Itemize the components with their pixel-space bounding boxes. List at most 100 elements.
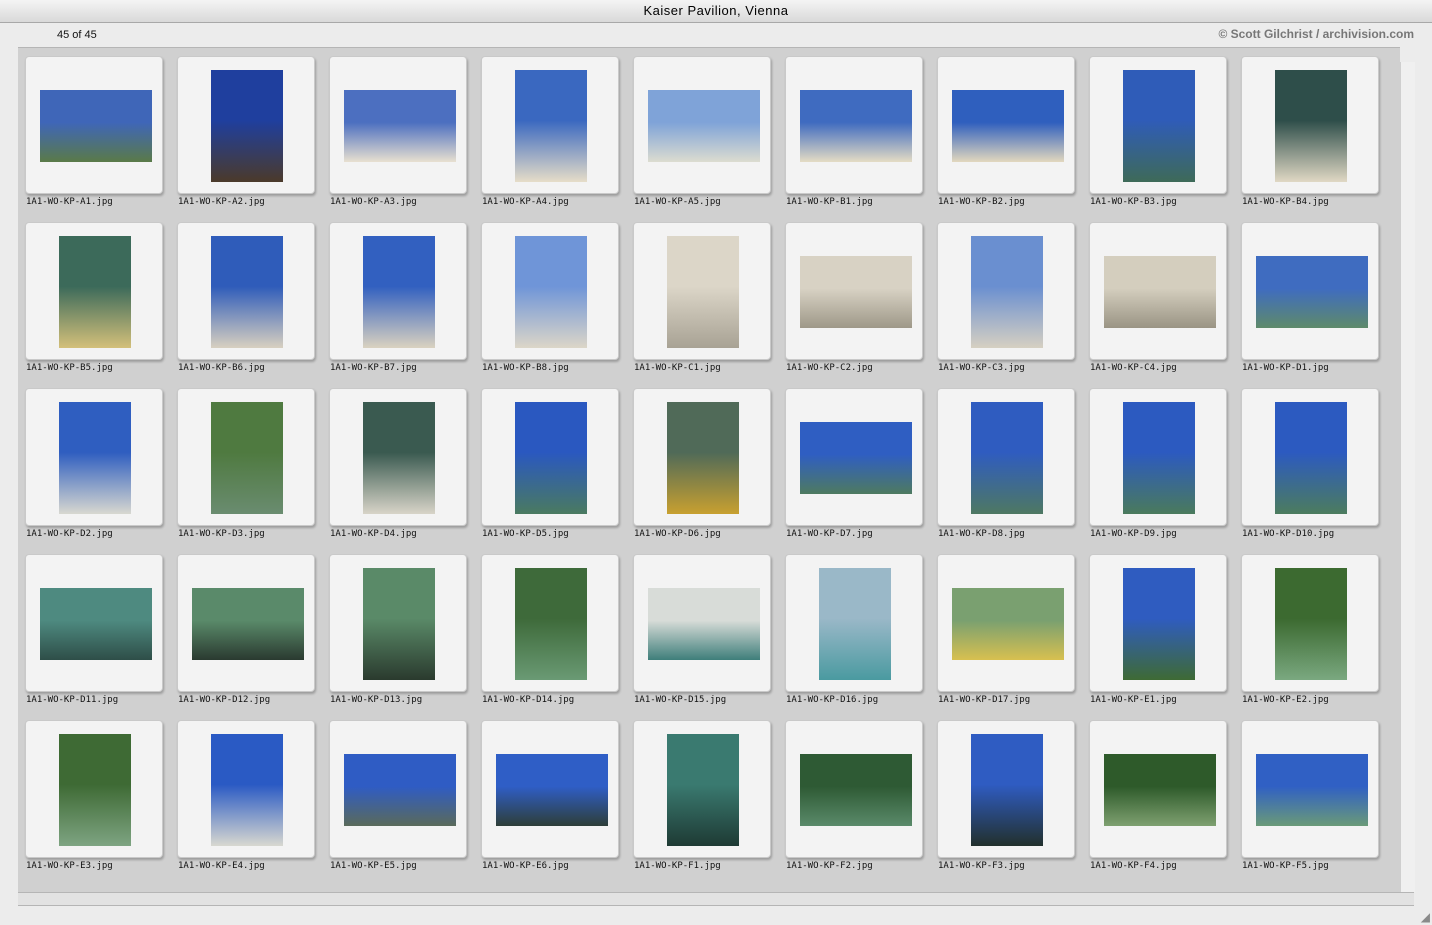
thumbnail-item[interactable]: 1A1-WO-KP-D6.jpg (626, 381, 778, 547)
thumbnail-item[interactable]: 1A1-WO-KP-E6.jpg (474, 713, 626, 879)
thumbnail-filename: 1A1-WO-KP-A5.jpg (634, 197, 721, 207)
thumbnail-item[interactable]: 1A1-WO-KP-B4.jpg (1234, 49, 1386, 215)
thumbnail-image[interactable] (40, 588, 152, 660)
thumbnail-item[interactable]: 1A1-WO-KP-E5.jpg (322, 713, 474, 879)
thumbnail-image[interactable] (1256, 256, 1368, 328)
thumbnail-image[interactable] (952, 90, 1064, 162)
thumbnail-item[interactable]: 1A1-WO-KP-C4.jpg (1082, 215, 1234, 381)
thumbnail-item[interactable]: 1A1-WO-KP-B8.jpg (474, 215, 626, 381)
thumbnail-item[interactable]: 1A1-WO-KP-A4.jpg (474, 49, 626, 215)
thumbnail-image[interactable] (363, 236, 435, 348)
thumbnail-image[interactable] (1275, 70, 1347, 182)
thumbnail-image[interactable] (515, 402, 587, 514)
thumbnail-image[interactable] (515, 236, 587, 348)
thumbnail-item[interactable]: 1A1-WO-KP-E2.jpg (1234, 547, 1386, 713)
thumbnail-item[interactable]: 1A1-WO-KP-D11.jpg (18, 547, 170, 713)
thumbnail-item[interactable]: 1A1-WO-KP-D9.jpg (1082, 381, 1234, 547)
thumbnail-image[interactable] (363, 568, 435, 680)
window-title-bar[interactable]: Kaiser Pavilion, Vienna (0, 0, 1432, 23)
thumbnail-image[interactable] (515, 568, 587, 680)
thumbnail-image[interactable] (971, 402, 1043, 514)
thumbnail-image[interactable] (1104, 256, 1216, 328)
thumbnail-image[interactable] (648, 90, 760, 162)
thumbnail-item[interactable]: 1A1-WO-KP-E1.jpg (1082, 547, 1234, 713)
thumbnail-image[interactable] (648, 588, 760, 660)
vertical-scrollbar[interactable] (1400, 62, 1415, 892)
thumbnail-item[interactable]: 1A1-WO-KP-D7.jpg (778, 381, 930, 547)
thumbnail-image[interactable] (192, 588, 304, 660)
thumbnail-item[interactable]: 1A1-WO-KP-C3.jpg (930, 215, 1082, 381)
thumbnail-item[interactable]: 1A1-WO-KP-D4.jpg (322, 381, 474, 547)
thumbnail-image[interactable] (667, 236, 739, 348)
thumbnail-item[interactable]: 1A1-WO-KP-E3.jpg (18, 713, 170, 879)
thumbnail-image[interactable] (1275, 568, 1347, 680)
thumbnail-image[interactable] (800, 256, 912, 328)
thumbnail-item[interactable]: 1A1-WO-KP-B6.jpg (170, 215, 322, 381)
thumbnail-item[interactable]: 1A1-WO-KP-D1.jpg (1234, 215, 1386, 381)
thumbnail-image[interactable] (800, 754, 912, 826)
thumbnail-item[interactable]: 1A1-WO-KP-A2.jpg (170, 49, 322, 215)
thumbnail-image[interactable] (800, 90, 912, 162)
thumbnail-image[interactable] (344, 754, 456, 826)
thumbnail-item[interactable]: 1A1-WO-KP-E4.jpg (170, 713, 322, 879)
thumbnail-item[interactable]: 1A1-WO-KP-F5.jpg (1234, 713, 1386, 879)
horizontal-scrollbar[interactable] (18, 892, 1414, 906)
thumbnail-image[interactable] (211, 70, 283, 182)
thumbnail-image[interactable] (971, 734, 1043, 846)
thumbnail-image[interactable] (1275, 402, 1347, 514)
thumbnail-item[interactable]: 1A1-WO-KP-D14.jpg (474, 547, 626, 713)
thumbnail-item[interactable]: 1A1-WO-KP-D13.jpg (322, 547, 474, 713)
thumbnail-image[interactable] (59, 402, 131, 514)
thumbnail-item[interactable]: 1A1-WO-KP-F4.jpg (1082, 713, 1234, 879)
thumbnail-item[interactable]: 1A1-WO-KP-C1.jpg (626, 215, 778, 381)
thumbnail-item[interactable]: 1A1-WO-KP-D2.jpg (18, 381, 170, 547)
thumbnail-image[interactable] (952, 588, 1064, 660)
thumbnail-item[interactable]: 1A1-WO-KP-D16.jpg (778, 547, 930, 713)
thumbnail-item[interactable]: 1A1-WO-KP-D10.jpg (1234, 381, 1386, 547)
thumbnail-item[interactable]: 1A1-WO-KP-B2.jpg (930, 49, 1082, 215)
thumbnail-image[interactable] (344, 90, 456, 162)
thumbnail-item[interactable]: 1A1-WO-KP-D12.jpg (170, 547, 322, 713)
thumbnail-item[interactable]: 1A1-WO-KP-B1.jpg (778, 49, 930, 215)
thumbnail-image[interactable] (496, 754, 608, 826)
thumbnail-item[interactable]: 1A1-WO-KP-B7.jpg (322, 215, 474, 381)
thumbnail-image[interactable] (1256, 754, 1368, 826)
thumbnail-image[interactable] (1123, 70, 1195, 182)
thumbnail-image[interactable] (971, 236, 1043, 348)
thumbnail-item[interactable]: 1A1-WO-KP-A5.jpg (626, 49, 778, 215)
slide-frame (481, 222, 619, 360)
thumbnail-image[interactable] (667, 402, 739, 514)
thumbnail-image[interactable] (667, 734, 739, 846)
thumbnail-item[interactable]: 1A1-WO-KP-B5.jpg (18, 215, 170, 381)
thumbnail-filename: 1A1-WO-KP-D7.jpg (786, 529, 873, 539)
thumbnail-image[interactable] (800, 422, 912, 494)
slide-frame (937, 554, 1075, 692)
slide-frame (25, 720, 163, 858)
thumbnail-item[interactable]: 1A1-WO-KP-F2.jpg (778, 713, 930, 879)
thumbnail-image[interactable] (211, 402, 283, 514)
thumbnail-item[interactable]: 1A1-WO-KP-D15.jpg (626, 547, 778, 713)
thumbnail-image[interactable] (515, 70, 587, 182)
thumbnail-image[interactable] (1104, 754, 1216, 826)
thumbnail-image[interactable] (1123, 568, 1195, 680)
thumbnail-image[interactable] (40, 90, 152, 162)
thumbnail-item[interactable]: 1A1-WO-KP-C2.jpg (778, 215, 930, 381)
thumbnail-item[interactable]: 1A1-WO-KP-D17.jpg (930, 547, 1082, 713)
thumbnail-image[interactable] (819, 568, 891, 680)
thumbnail-image[interactable] (211, 734, 283, 846)
thumbnail-item[interactable]: 1A1-WO-KP-D3.jpg (170, 381, 322, 547)
thumbnail-filename: 1A1-WO-KP-D14.jpg (482, 695, 575, 705)
thumbnail-image[interactable] (59, 734, 131, 846)
thumbnail-item[interactable]: 1A1-WO-KP-A1.jpg (18, 49, 170, 215)
thumbnail-image[interactable] (363, 402, 435, 514)
resize-grip-icon[interactable]: ◢ (1418, 911, 1430, 923)
thumbnail-image[interactable] (1123, 402, 1195, 514)
thumbnail-item[interactable]: 1A1-WO-KP-F1.jpg (626, 713, 778, 879)
thumbnail-image[interactable] (211, 236, 283, 348)
thumbnail-item[interactable]: 1A1-WO-KP-D5.jpg (474, 381, 626, 547)
thumbnail-item[interactable]: 1A1-WO-KP-B3.jpg (1082, 49, 1234, 215)
thumbnail-item[interactable]: 1A1-WO-KP-F3.jpg (930, 713, 1082, 879)
thumbnail-item[interactable]: 1A1-WO-KP-A3.jpg (322, 49, 474, 215)
thumbnail-item[interactable]: 1A1-WO-KP-D8.jpg (930, 381, 1082, 547)
thumbnail-image[interactable] (59, 236, 131, 348)
